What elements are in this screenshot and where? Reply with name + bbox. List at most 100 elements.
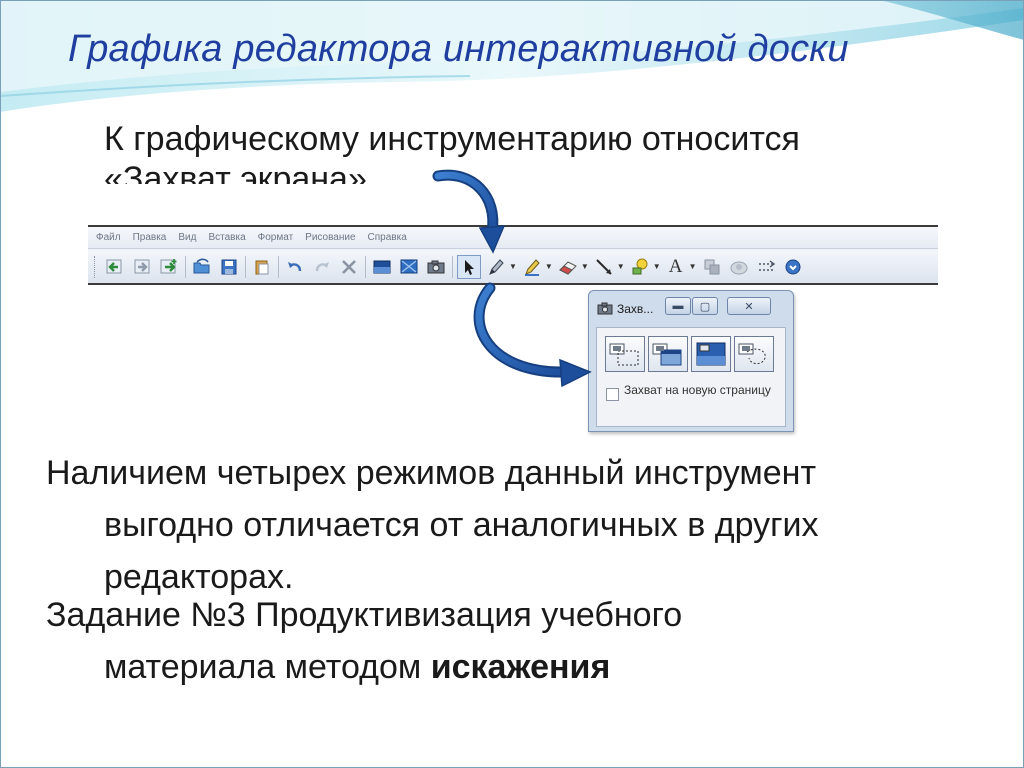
display-icon [400,259,418,273]
screen-shade-icon [373,260,391,273]
toolbar-separator [365,255,366,278]
capture-button[interactable] [424,255,448,279]
shapes-icon [704,259,720,274]
next-icon [785,259,801,274]
open-icon [193,258,210,273]
line-icon [596,258,612,275]
slide: Графика редактора интерактивной доски К … [0,0,1024,768]
intro-line-1: К графическому инструментарию относится [104,120,800,158]
menu-insert[interactable]: Вставка [202,232,251,243]
dialog-body: Захват на новую страницу [596,327,786,427]
paragraph-1-line-1: Наличием четырех режимов данный инструме… [46,454,817,492]
fill-button[interactable] [628,255,652,279]
pen-button[interactable] [484,255,508,279]
recorder-icon [730,261,748,274]
display-button[interactable] [397,255,421,279]
slide-title: Графика редактора интерактивной доски [68,28,849,70]
app-screenshot: Файл Правка Вид Вставка Формат Рисование… [88,225,938,285]
eraser-button[interactable] [556,255,580,279]
full-screen-capture-button[interactable] [691,336,731,372]
line-dropdown-icon[interactable]: ▼ [617,262,625,271]
paragraph-2-line-2: материала методом искажения [104,648,610,687]
select-button[interactable] [457,254,481,279]
paste-button[interactable] [250,255,274,279]
maximize-button[interactable]: ▢ [692,297,718,315]
menu-draw[interactable]: Рисование [299,232,361,243]
add-page-icon [160,258,177,273]
menu-file[interactable]: Файл [90,232,127,243]
paragraph-2-emphasis: искажения [430,648,611,686]
delete-icon [342,259,356,274]
freehand-capture-icon [738,343,766,365]
maximize-icon: ▢ [699,300,711,313]
forward-icon [134,259,150,273]
undo-icon [288,261,302,271]
full-screen-capture-icon [696,342,726,366]
window-capture-icon [652,343,682,366]
toolbar-separator [278,255,279,278]
pen-dropdown-icon[interactable]: ▼ [509,262,517,271]
paste-icon [255,260,269,274]
menu-edit[interactable]: Правка [127,232,173,243]
toolbar-separator [185,255,186,278]
fill-dropdown-icon[interactable]: ▼ [653,262,661,271]
screen-shade-button[interactable] [370,255,394,279]
save-button[interactable] [217,255,241,279]
delete-button[interactable] [337,255,361,279]
menu-view[interactable]: Вид [172,232,202,243]
more-button[interactable] [754,255,778,279]
redo-button[interactable] [310,255,334,279]
toolbar: ▼ ▼ ▼ ▼ ▼ A ▼ [88,250,938,283]
save-icon [221,259,237,274]
undo-button[interactable] [283,255,307,279]
highlighter-icon [524,258,540,276]
fill-icon [632,258,648,274]
text-dropdown-icon[interactable]: ▼ [689,262,697,271]
paragraph-1-line-3: редакторах. [104,558,294,596]
forward-button[interactable] [130,255,154,279]
capture-icon [427,260,445,273]
new-page-checkbox-label: Захват на новую страницу [624,383,771,397]
select-icon [465,259,474,275]
menu-bar: Файл Правка Вид Вставка Формат Рисование… [88,227,938,249]
text-button[interactable]: A [664,255,688,279]
recorder-button[interactable] [727,255,751,279]
close-icon: ✕ [744,300,754,313]
paragraph-1-line-2: выгодно отличается от аналогичных в друг… [104,506,819,544]
redo-icon [315,261,329,271]
toolbar-separator [452,255,453,278]
area-capture-button[interactable] [605,336,645,372]
add-page-button[interactable] [157,255,181,279]
capture-dialog: Захв... ▬ ▢ ✕ Захват на новую страницу [588,290,794,432]
highlighter-dropdown-icon[interactable]: ▼ [545,262,553,271]
next-button[interactable] [781,255,805,279]
highlighter-button[interactable] [520,255,544,279]
dialog-titlebar[interactable]: Захв... ▬ ▢ ✕ [589,291,793,325]
area-capture-icon [609,343,639,366]
eraser-dropdown-icon[interactable]: ▼ [581,262,589,271]
capture-mode-row [605,336,774,372]
pen-icon [489,258,504,275]
freehand-capture-button[interactable] [734,336,774,372]
shapes-button[interactable] [700,255,724,279]
minimize-icon: ▬ [672,300,684,312]
dialog-title: Захв... [617,302,654,316]
back-icon [106,259,122,273]
menu-help[interactable]: Справка [362,232,413,243]
window-capture-button[interactable] [648,336,688,372]
paragraph-2-line-1: Задание №3 Продуктивизация учебного [46,596,683,634]
minimize-button[interactable]: ▬ [665,297,691,315]
line-button[interactable] [592,255,616,279]
new-page-checkbox[interactable] [606,388,619,401]
back-button[interactable] [103,255,127,279]
toolbar-separator [245,255,246,278]
more-icon [758,259,775,271]
toolbar-grip[interactable] [94,255,97,278]
eraser-icon [558,260,577,275]
camera-icon [597,302,613,315]
menu-format[interactable]: Формат [252,232,300,243]
text-icon: A [668,256,683,277]
close-button[interactable]: ✕ [727,297,771,315]
open-button[interactable] [190,255,214,279]
paragraph-2-text: материала методом [104,648,431,686]
